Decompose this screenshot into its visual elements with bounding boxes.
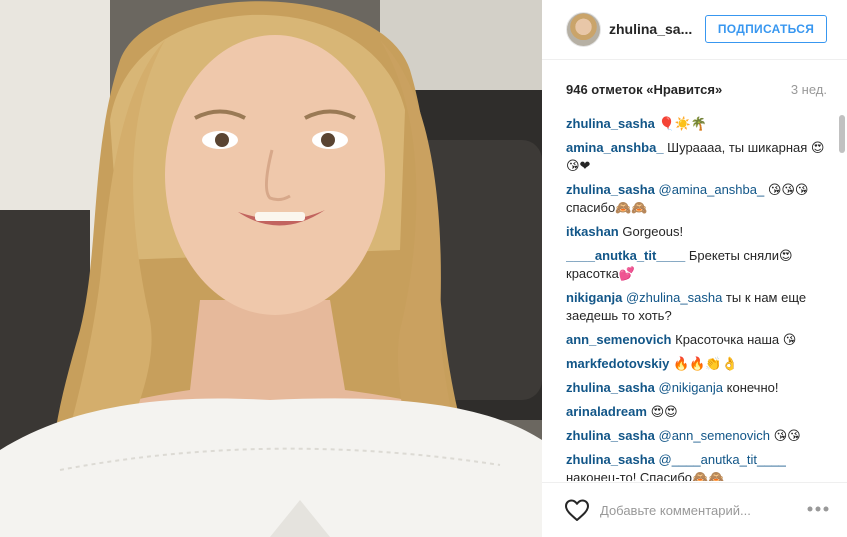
post-time[interactable]: 3 нед. bbox=[791, 82, 827, 97]
comment-item: itkashan Gorgeous! bbox=[566, 223, 828, 241]
heart-outline-icon[interactable] bbox=[564, 498, 590, 522]
post-header: zhulina_sa... ПОДПИСАТЬСЯ bbox=[542, 0, 847, 60]
comment-username[interactable]: zhulina_sasha bbox=[566, 116, 655, 131]
likes-count[interactable]: 946 отметок «Нравится» bbox=[566, 82, 722, 97]
comment-mention[interactable]: @____anutka_tit____ bbox=[659, 452, 786, 467]
follow-button[interactable]: ПОДПИСАТЬСЯ bbox=[705, 15, 827, 43]
comment-username[interactable]: itkashan bbox=[566, 224, 619, 239]
avatar[interactable] bbox=[566, 12, 601, 47]
comment-username[interactable]: arinaladream bbox=[566, 404, 647, 419]
comment-item: zhulina_sasha @____anutka_tit____ наконе… bbox=[566, 451, 828, 481]
comment-username[interactable]: ____anutka_tit____ bbox=[566, 248, 685, 263]
comment-username[interactable]: nikiganja bbox=[566, 290, 622, 305]
add-comment-input[interactable] bbox=[600, 500, 800, 520]
selfie-image bbox=[0, 0, 542, 537]
comment-username[interactable]: zhulina_sasha bbox=[566, 182, 655, 197]
comment-item: arinaladream 😍😍 bbox=[566, 403, 828, 421]
comment-item: markfedotovskiy 🔥🔥👏👌 bbox=[566, 355, 828, 373]
comment-item: zhulina_sasha @amina_anshba_ 😘😘😘 спасибо… bbox=[566, 181, 828, 217]
more-options-icon[interactable] bbox=[806, 502, 830, 516]
comment-item: ____anutka_tit____ Брекеты сняли😍 красот… bbox=[566, 247, 828, 283]
comment-text: Красоточка наша 😘 bbox=[675, 332, 797, 347]
comment-scrollbar[interactable] bbox=[839, 115, 845, 481]
post-photo[interactable] bbox=[0, 0, 542, 537]
comment-text: Gorgeous! bbox=[622, 224, 684, 239]
comment-item: zhulina_sasha 🎈☀️🌴 bbox=[566, 115, 828, 133]
comment-username[interactable]: markfedotovskiy bbox=[566, 356, 669, 371]
likes-row: 946 отметок «Нравится» 3 нед. bbox=[566, 82, 827, 100]
comment-username[interactable]: zhulina_sasha bbox=[566, 380, 655, 395]
comment-mention[interactable]: @amina_anshba_ bbox=[659, 182, 765, 197]
comment-username[interactable]: ann_semenovich bbox=[566, 332, 672, 347]
comment-item: nikiganja @zhulina_sasha ты к нам еще за… bbox=[566, 289, 828, 325]
comment-username[interactable]: zhulina_sasha bbox=[566, 428, 655, 443]
post-side-panel: zhulina_sa... ПОДПИСАТЬСЯ 946 отметок «Н… bbox=[542, 0, 847, 537]
comment-mention[interactable]: @ann_semenovich bbox=[659, 428, 770, 443]
comment-username[interactable]: zhulina_sasha bbox=[566, 452, 655, 467]
comment-mention[interactable]: @nikiganja bbox=[659, 380, 724, 395]
comment-item: amina_anshba_ Шураааа, ты шикарная 😍😘❤ bbox=[566, 139, 828, 175]
comment-item: ann_semenovich Красоточка наша 😘 bbox=[566, 331, 828, 349]
comment-item: zhulina_sasha @nikiganja конечно! bbox=[566, 379, 828, 397]
comment-text: конечно! bbox=[723, 380, 779, 395]
comment-item: zhulina_sasha @ann_semenovich 😘😘 bbox=[566, 427, 828, 445]
comment-text: 😍😍 bbox=[650, 404, 678, 419]
comment-text: 😘😘 bbox=[769, 428, 801, 443]
comment-text: 🔥🔥👏👌 bbox=[672, 356, 738, 371]
scrollbar-thumb[interactable] bbox=[839, 115, 845, 153]
author-username[interactable]: zhulina_sa... bbox=[609, 21, 694, 37]
comment-list: zhulina_sasha 🎈☀️🌴 amina_anshba_ Шураааа,… bbox=[566, 115, 828, 481]
comment-mention[interactable]: @zhulina_sasha bbox=[626, 290, 722, 305]
comment-text: 🎈☀️🌴 bbox=[658, 116, 708, 131]
comment-username[interactable]: amina_anshba_ bbox=[566, 140, 664, 155]
comment-footer bbox=[542, 482, 847, 537]
comment-text: наконец-то! Спасибо🙈🙈 bbox=[566, 470, 725, 481]
